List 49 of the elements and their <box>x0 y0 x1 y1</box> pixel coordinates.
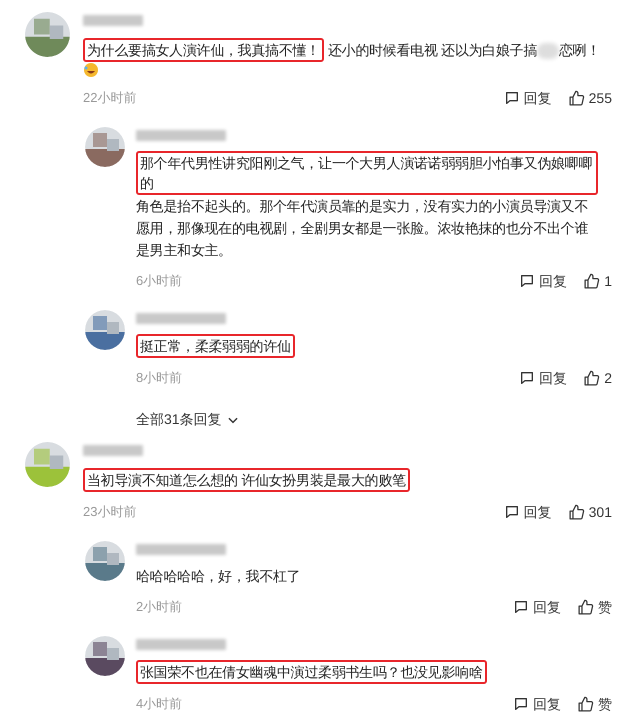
thumbs-up-icon <box>568 90 585 106</box>
like-button[interactable]: 2 <box>583 369 612 387</box>
comment-icon <box>513 599 529 615</box>
avatar <box>85 636 125 676</box>
like-button[interactable]: 赞 <box>577 695 612 713</box>
like-button[interactable]: 赞 <box>577 598 612 616</box>
reply-button[interactable]: 回复 <box>504 503 552 521</box>
thumbs-up-icon <box>583 370 600 386</box>
highlighted-text: 挺正常，柔柔弱弱的许仙 <box>136 334 295 358</box>
comment-icon <box>519 273 536 289</box>
reply-button[interactable]: 回复 <box>519 272 568 290</box>
comment-icon <box>519 370 536 386</box>
timestamp: 6小时前 <box>136 272 182 290</box>
comment-text: 哈哈哈哈哈，好，我不杠了 <box>136 568 300 584</box>
timestamp: 4小时前 <box>136 695 182 713</box>
highlighted-text: 当初导演不知道怎么想的 许仙女扮男装是最大的败笔 <box>83 468 410 492</box>
highlighted-text: 为什么要搞女人演许仙，我真搞不懂！ <box>83 38 324 62</box>
blurred-name <box>83 445 143 456</box>
like-button[interactable]: 255 <box>568 89 612 107</box>
like-button[interactable]: 1 <box>583 272 612 290</box>
comment-text: 还小的时候看电视 还以为白娘子搞 <box>328 42 537 58</box>
highlighted-text: 张国荣不也在倩女幽魂中演过柔弱书生吗？也没见影响啥 <box>136 660 487 684</box>
comment-text: 角色是抬不起头的。那个年代演员靠的是实力，没有实力的小演员导演又不愿用，那像现在的电视剧，全剧男女都是一张脸。浓妆艳抹的也分不出个谁是男主和女主。 <box>136 198 588 258</box>
timestamp: 2小时前 <box>136 598 182 616</box>
comment-icon <box>513 696 529 712</box>
avatar <box>25 442 70 487</box>
comment-icon <box>504 90 520 106</box>
comment-icon <box>504 504 520 520</box>
blur-patch <box>537 43 559 60</box>
reply-button[interactable]: 回复 <box>504 89 552 107</box>
avatar <box>85 127 125 167</box>
avatar <box>85 541 125 581</box>
blurred-name <box>83 15 143 26</box>
avatar <box>85 310 125 350</box>
highlighted-text: 那个年代男性讲究阳刚之气，让一个大男人演诺诺弱弱胆小怕事又伪娘唧唧的 <box>136 151 598 195</box>
reply-button[interactable]: 回复 <box>513 598 561 616</box>
thumbs-up-icon <box>583 272 600 290</box>
timestamp: 23小时前 <box>83 503 136 521</box>
reply-button[interactable]: 回复 <box>519 369 568 387</box>
like-button[interactable]: 301 <box>568 503 612 521</box>
reply-button[interactable]: 回复 <box>513 695 561 713</box>
thumbs-up-icon <box>577 696 594 712</box>
timestamp: 22小时前 <box>83 89 136 107</box>
thumbs-up-icon <box>568 504 585 520</box>
timestamp: 8小时前 <box>136 369 182 387</box>
comment-text: 恋咧！ <box>559 42 600 58</box>
thumbs-up-icon <box>577 598 594 616</box>
avatar <box>25 12 70 57</box>
expand-replies-button[interactable]: 全部31条回复 <box>136 409 240 430</box>
